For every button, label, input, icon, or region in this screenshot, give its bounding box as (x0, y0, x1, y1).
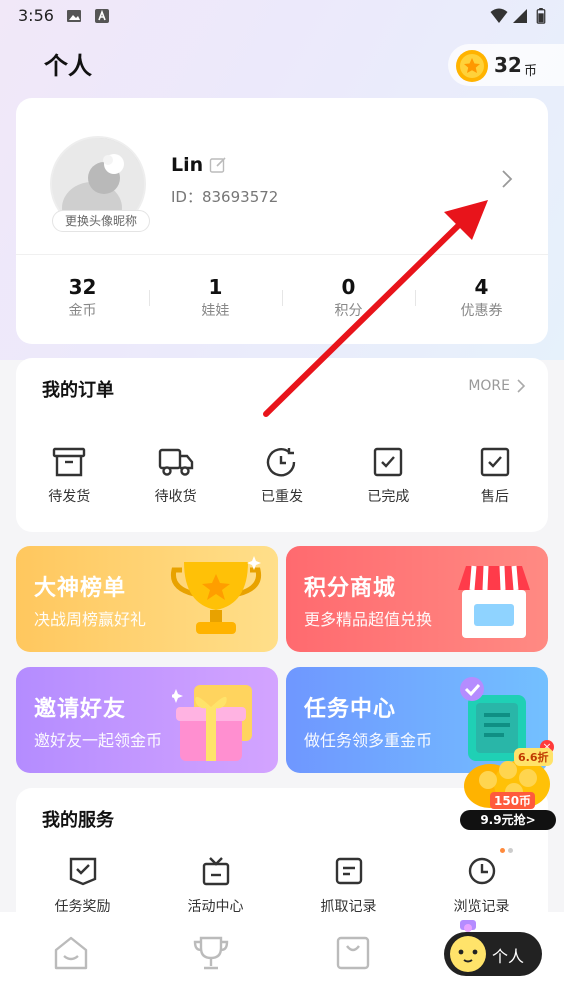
mascot-icon (450, 920, 486, 972)
order-pending-receipt[interactable]: 待收货 (122, 446, 228, 506)
order-pending-shipment[interactable]: 待发货 (16, 446, 122, 506)
promo-coins: 150币 (490, 792, 536, 809)
app-notification-icon (95, 9, 109, 23)
tile-subtitle: 做任务领多重金币 (304, 731, 433, 750)
promo-discount: 6.6折 (514, 748, 553, 766)
order-label: 已重发 (261, 489, 304, 505)
order-label: 已完成 (367, 489, 410, 505)
stat-coupons[interactable]: 4 优惠券 (415, 274, 548, 324)
orders-card: 我的订单 MORE 待发货 待收货 已重发 已完成 售后 (16, 358, 548, 532)
check-square-icon (374, 447, 403, 477)
stat-label: 金币 (68, 303, 97, 319)
stat-value: 1 (208, 275, 223, 299)
orders-title: 我的订单 (42, 380, 114, 401)
home-icon[interactable] (52, 934, 90, 972)
services-title: 我的服务 (42, 810, 114, 831)
trophy-nav-icon[interactable] (192, 934, 230, 972)
stat-value: 4 (474, 275, 489, 299)
activity-icon (202, 857, 229, 886)
service-row: 任务奖励 活动中心 抓取记录 浏览记录 (16, 856, 548, 916)
tile-invite-friends[interactable]: 邀请好友 邀好友一起领金币 (16, 667, 278, 773)
promo-buy-button[interactable]: 9.9元抢> (460, 810, 556, 830)
chevron-right-icon (517, 379, 526, 393)
task-reward-icon (69, 857, 96, 886)
tile-title: 任务中心 (304, 697, 397, 722)
nav-profile-label: 个人 (492, 947, 525, 966)
signal-icon (513, 9, 527, 23)
stat-dolls[interactable]: 1 娃娃 (149, 274, 282, 324)
stat-coins[interactable]: 32 金币 (16, 274, 149, 324)
stat-value: 32 (68, 275, 97, 299)
service-task-reward[interactable]: 任务奖励 (16, 856, 149, 916)
pager-dot (500, 848, 505, 853)
tile-subtitle: 更多精品超值兑换 (304, 610, 433, 629)
history-icon (468, 857, 495, 885)
profile-card[interactable]: 更换头像昵称 Lin ID：83693572 32 金币 1 娃娃 0 积分 4… (16, 98, 548, 344)
nav-profile-tab[interactable]: 个人 (444, 920, 542, 976)
profile-divider (16, 254, 548, 255)
stat-label: 娃娃 (201, 303, 230, 319)
truck-icon (158, 448, 193, 476)
wifi-icon (490, 8, 508, 23)
stat-label: 积分 (334, 303, 363, 319)
stat-label: 优惠券 (460, 303, 503, 319)
battery-icon (536, 8, 546, 24)
gift-icon (172, 685, 252, 761)
bottom-nav: 个人 (0, 912, 564, 1002)
service-activity-center[interactable]: 活动中心 (149, 856, 282, 916)
order-label: 待收货 (154, 489, 197, 505)
edit-icon[interactable] (209, 156, 227, 174)
bag-icon[interactable] (334, 934, 372, 972)
user-id: ID：83693572 (171, 188, 279, 206)
change-avatar-badge[interactable]: 更换头像昵称 (52, 210, 150, 232)
order-after-sale[interactable]: 售后 (442, 446, 548, 506)
page-title: 个人 (44, 52, 92, 80)
order-status-row: 待发货 待收货 已重发 已完成 售后 (16, 446, 548, 506)
promo-pager (500, 838, 516, 857)
tile-subtitle: 邀好友一起领金币 (34, 731, 163, 750)
status-bar: 3:56 (0, 0, 564, 34)
username: Lin (171, 154, 204, 176)
order-resent[interactable]: 已重发 (229, 446, 335, 506)
tile-leaderboard[interactable]: 大神榜单 决战周榜赢好礼 (16, 546, 278, 652)
order-completed[interactable]: 已完成 (335, 446, 441, 506)
order-label: 售后 (480, 489, 509, 505)
service-grab-record[interactable]: 抓取记录 (282, 856, 415, 916)
shop-icon (458, 565, 530, 638)
coin-balance[interactable]: 32 币 (448, 44, 564, 86)
tile-subtitle: 决战周榜赢好礼 (34, 610, 147, 629)
chevron-right-icon[interactable] (500, 168, 514, 190)
grab-record-icon (335, 857, 362, 885)
trophy-icon (170, 556, 262, 634)
image-icon (67, 10, 81, 22)
tile-points-mall[interactable]: 积分商城 更多精品超值兑换 (286, 546, 548, 652)
order-label: 待发货 (48, 489, 91, 505)
tile-title: 大神榜单 (34, 576, 127, 601)
coin-icon (456, 50, 488, 82)
floating-promo[interactable]: × 6.6折 150币 9.9元抢> (460, 740, 558, 832)
tile-title: 积分商城 (304, 576, 397, 601)
box-icon (53, 447, 86, 477)
service-browse-history[interactable]: 浏览记录 (415, 856, 548, 916)
coin-unit: 币 (524, 64, 538, 79)
more-label: MORE (468, 378, 510, 394)
stat-points[interactable]: 0 积分 (282, 274, 415, 324)
coin-count: 32 (494, 53, 522, 77)
stat-value: 0 (341, 275, 356, 299)
pager-dot (508, 848, 513, 853)
status-time: 3:56 (18, 6, 54, 25)
resend-clock-icon (266, 448, 296, 477)
after-sale-icon (480, 447, 510, 477)
tile-title: 邀请好友 (34, 697, 127, 722)
orders-more-link[interactable]: MORE (468, 378, 526, 394)
profile-stats: 32 金币 1 娃娃 0 积分 4 优惠券 (16, 274, 548, 324)
